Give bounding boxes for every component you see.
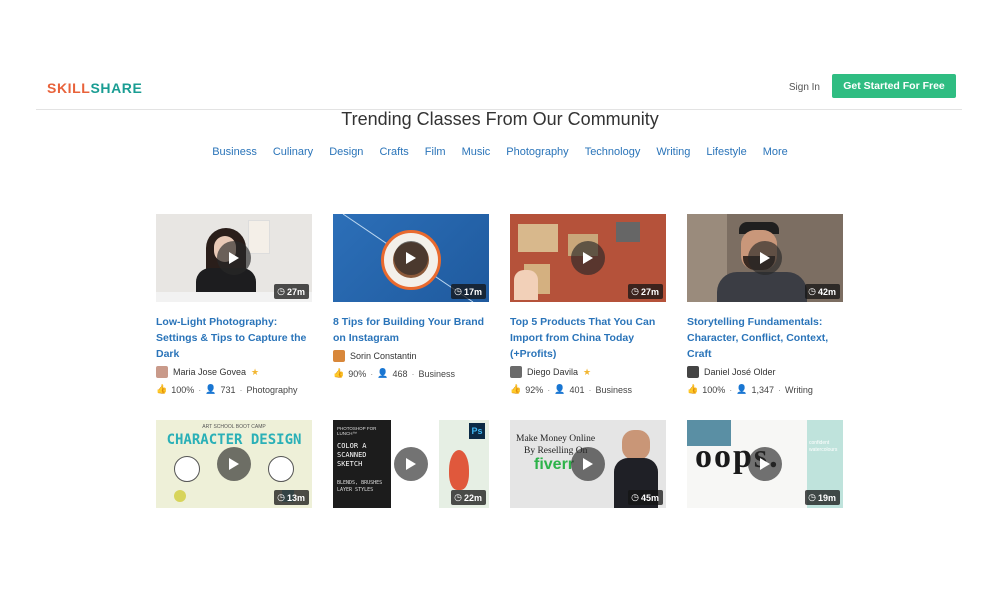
star-icon: ★ <box>583 366 592 377</box>
category-crafts[interactable]: Crafts <box>371 146 416 158</box>
class-title[interactable]: Storytelling Fundamentals: Character, Co… <box>687 314 843 362</box>
play-icon[interactable] <box>217 241 251 275</box>
class-thumbnail[interactable]: Make Money Online By Reselling On fiverr… <box>510 420 666 508</box>
photoshop-icon: Ps <box>469 423 485 439</box>
class-title[interactable]: 8 Tips for Building Your Brand on Instag… <box>333 314 489 346</box>
thumbs-up-icon: 👍 <box>333 368 345 378</box>
category-nav: Business Culinary Design Crafts Film Mus… <box>0 146 1000 158</box>
category-lifestyle[interactable]: Lifestyle <box>698 146 754 158</box>
thumbs-up-icon: 👍 <box>687 384 699 394</box>
clock-icon: ◷ <box>454 286 462 296</box>
page-title: Trending Classes From Our Community <box>341 109 659 129</box>
class-card[interactable]: Make Money Online By Reselling On fiverr… <box>510 420 666 508</box>
class-stats: 👍 100% · 👤 1,347 · Writing <box>687 384 813 395</box>
duration-badge: ◷ 27m <box>628 284 663 299</box>
play-icon[interactable] <box>394 241 428 275</box>
author-avatar <box>156 366 168 378</box>
thumbnail-text: CHARACTER DESIGN <box>166 432 302 448</box>
clock-icon: ◷ <box>277 492 285 502</box>
class-author[interactable]: Sorin Constantin <box>333 350 489 362</box>
thumbs-up-icon: 👍 <box>510 384 522 394</box>
class-stats: 👍 90% · 👤 468 · Business <box>333 368 456 379</box>
students-icon: 👤 <box>377 368 389 378</box>
play-icon[interactable] <box>217 447 251 481</box>
duration-badge: ◷ 13m <box>274 490 309 505</box>
play-icon[interactable] <box>748 447 782 481</box>
class-stats: 👍 100% · 👤 731 · Photography <box>156 384 298 395</box>
thumbs-up-icon: 👍 <box>156 384 168 394</box>
class-thumbnail[interactable]: ◷ 42m <box>687 214 843 302</box>
class-title[interactable]: Top 5 Products That You Can Import from … <box>510 314 666 362</box>
students-icon: 👤 <box>736 384 748 394</box>
category-business[interactable]: Business <box>204 146 265 158</box>
class-title[interactable]: Low-Light Photography: Settings & Tips t… <box>156 314 312 362</box>
class-thumbnail[interactable]: ◷ 17m <box>333 214 489 302</box>
class-card[interactable]: oops. confident watercolours ◷ 19m <box>687 420 843 508</box>
students-icon: 👤 <box>205 384 217 394</box>
play-icon[interactable] <box>571 241 605 275</box>
play-icon[interactable] <box>394 447 428 481</box>
duration-badge: ◷ 22m <box>451 490 486 505</box>
class-thumbnail[interactable]: ◷ 27m <box>510 214 666 302</box>
category-culinary[interactable]: Culinary <box>265 146 321 158</box>
author-avatar <box>687 366 699 378</box>
clock-icon: ◷ <box>808 492 816 502</box>
clock-icon: ◷ <box>631 286 639 296</box>
class-author[interactable]: Diego Davila ★ <box>510 366 666 378</box>
thumbnail-text: ART SCHOOL BOOT CAMP <box>202 424 266 430</box>
class-thumbnail[interactable]: ART SCHOOL BOOT CAMP CHARACTER DESIGN ◷ 1… <box>156 420 312 508</box>
category-photography[interactable]: Photography <box>498 146 576 158</box>
get-started-button[interactable]: Get Started For Free <box>832 74 956 98</box>
class-thumbnail[interactable]: PHOTOSHOP FOR LUNCH™ COLOR A SCANNED SKE… <box>333 420 489 508</box>
star-icon: ★ <box>251 366 260 377</box>
class-card[interactable]: ART SCHOOL BOOT CAMP CHARACTER DESIGN ◷ 1… <box>156 420 312 508</box>
class-stats: 👍 92% · 👤 401 · Business <box>510 384 633 395</box>
class-author[interactable]: Daniel José Older <box>687 366 843 378</box>
class-thumbnail[interactable]: oops. confident watercolours ◷ 19m <box>687 420 843 508</box>
thumbnail-text: fiverr <box>534 456 575 473</box>
category-writing[interactable]: Writing <box>648 146 698 158</box>
category-more[interactable]: More <box>755 146 796 158</box>
category-music[interactable]: Music <box>454 146 499 158</box>
class-card[interactable]: ◷ 42m Storytelling Fundamentals: Characte… <box>687 214 843 395</box>
thumbnail-text: COLOR A SCANNED SKETCH <box>337 442 367 468</box>
clock-icon: ◷ <box>808 286 816 296</box>
class-card[interactable]: ◷ 27m Low-Light Photography: Settings & T… <box>156 214 312 395</box>
duration-badge: ◷ 42m <box>805 284 840 299</box>
skillshare-logo[interactable]: SKILLSHARE <box>47 80 142 96</box>
duration-badge: ◷ 17m <box>451 284 486 299</box>
thumbnail-text: BLENDS, BRUSHES LAYER STYLES <box>337 480 383 493</box>
thumbnail-text: Make Money Online <box>516 434 596 444</box>
play-icon[interactable] <box>571 447 605 481</box>
logo-part-skill: SKILL <box>47 80 91 96</box>
category-film[interactable]: Film <box>417 146 454 158</box>
author-avatar <box>510 366 522 378</box>
category-technology[interactable]: Technology <box>577 146 649 158</box>
clock-icon: ◷ <box>277 286 285 296</box>
site-header: SKILLSHARE Sign In Get Started For Free <box>36 72 962 110</box>
class-card[interactable]: PHOTOSHOP FOR LUNCH™ COLOR A SCANNED SKE… <box>333 420 489 508</box>
duration-badge: ◷ 19m <box>805 490 840 505</box>
category-design[interactable]: Design <box>321 146 371 158</box>
author-avatar <box>333 350 345 362</box>
play-icon[interactable] <box>748 241 782 275</box>
clock-icon: ◷ <box>631 492 639 502</box>
class-author[interactable]: Maria Jose Govea ★ <box>156 366 312 378</box>
class-card[interactable]: ◷ 17m 8 Tips for Building Your Brand on I… <box>333 214 489 379</box>
logo-part-share: SHARE <box>90 80 143 96</box>
sign-in-link[interactable]: Sign In <box>789 82 820 93</box>
class-thumbnail[interactable]: ◷ 27m <box>156 214 312 302</box>
class-card[interactable]: ◷ 27m Top 5 Products That You Can Import … <box>510 214 666 395</box>
clock-icon: ◷ <box>454 492 462 502</box>
duration-badge: ◷ 27m <box>274 284 309 299</box>
thumbnail-text: confident watercolours <box>809 440 838 453</box>
duration-badge: ◷ 45m <box>628 490 663 505</box>
thumbnail-text: PHOTOSHOP FOR LUNCH™ <box>337 426 377 436</box>
students-icon: 👤 <box>554 384 566 394</box>
